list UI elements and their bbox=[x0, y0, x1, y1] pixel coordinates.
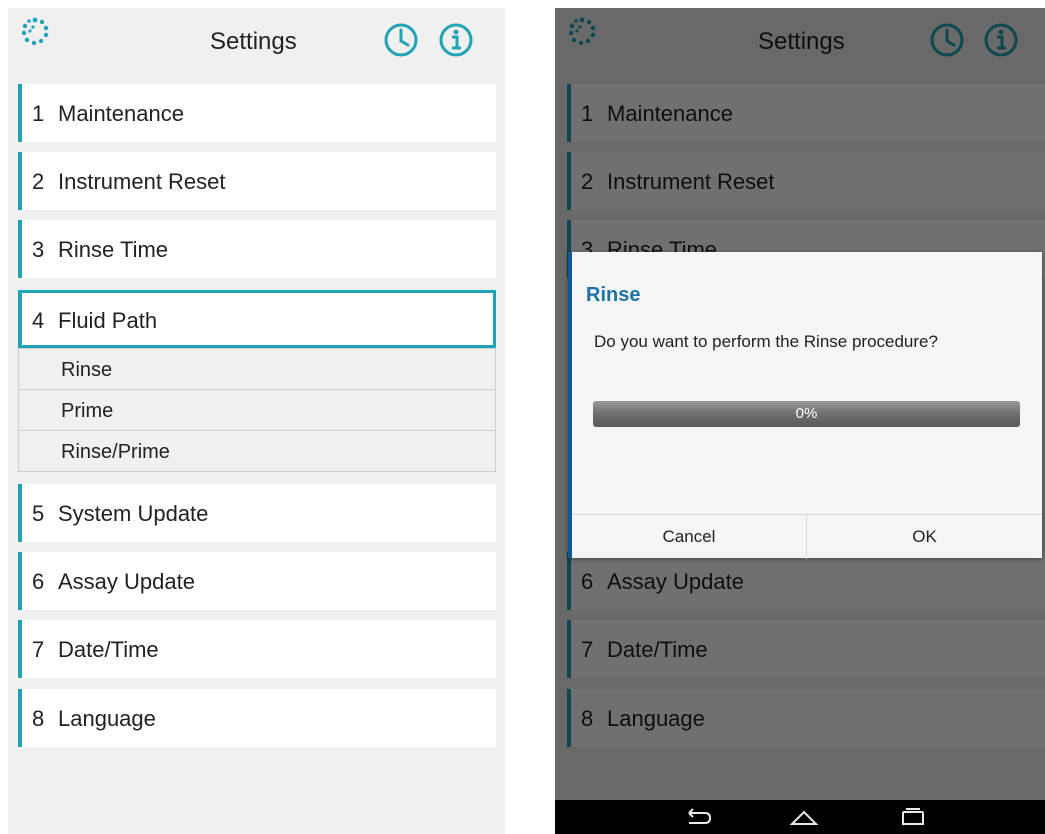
menu-item-fluid-path[interactable]: 4 Fluid Path bbox=[18, 290, 496, 348]
dialog-message: Do you want to perform the Rinse procedu… bbox=[594, 332, 938, 351]
menu-item-date-time[interactable]: 7 Date/Time bbox=[18, 620, 496, 678]
submenu-item-label: Rinse/Prime bbox=[61, 441, 170, 463]
menu-item-system-update[interactable]: 5 System Update bbox=[18, 484, 496, 542]
page-title: Settings bbox=[210, 28, 297, 55]
clock-icon[interactable] bbox=[383, 22, 419, 58]
progress-text: 0% bbox=[795, 405, 818, 422]
menu-item-number: 4 bbox=[32, 308, 45, 333]
dialog-title: Rinse bbox=[586, 284, 641, 306]
menu-item-label: Instrument Reset bbox=[58, 169, 226, 194]
menu-item-number: 1 bbox=[32, 101, 45, 126]
submenu-item-rinse[interactable]: Rinse bbox=[18, 348, 496, 390]
menu-item-number: 7 bbox=[32, 637, 45, 662]
settings-screen: Settings 1 Maintenance 2 Instrument Rese… bbox=[8, 8, 505, 834]
top-bar: Settings bbox=[8, 8, 505, 80]
menu-item-language[interactable]: 8 Language bbox=[18, 689, 496, 747]
settings-screen-with-dialog: Settings 1 Maintenance 2 Instrument Rese… bbox=[555, 8, 1045, 834]
cancel-button[interactable]: Cancel bbox=[572, 515, 807, 559]
rinse-dialog: Rinse Do you want to perform the Rinse p… bbox=[568, 252, 1042, 559]
home-icon[interactable] bbox=[787, 804, 821, 830]
submenu-item-rinse-prime[interactable]: Rinse/Prime bbox=[18, 430, 496, 472]
menu-item-label: Date/Time bbox=[58, 637, 159, 662]
menu-item-number: 5 bbox=[32, 501, 45, 526]
ok-button[interactable]: OK bbox=[807, 515, 1042, 559]
recent-apps-icon[interactable] bbox=[896, 804, 930, 830]
menu-item-label: Rinse Time bbox=[58, 237, 169, 262]
menu-item-label: Assay Update bbox=[58, 569, 195, 594]
logo-icon bbox=[21, 17, 49, 46]
info-icon[interactable] bbox=[438, 22, 474, 58]
submenu-item-label: Prime bbox=[61, 400, 114, 422]
menu-item-number: 2 bbox=[32, 169, 45, 194]
dialog-actions: Cancel OK bbox=[572, 514, 1042, 559]
menu-item-label: System Update bbox=[58, 501, 209, 526]
submenu-item-label: Rinse bbox=[61, 359, 113, 381]
progress-bar: 0% bbox=[593, 401, 1020, 427]
menu-item-number: 8 bbox=[32, 706, 45, 731]
menu-item-number: 3 bbox=[32, 237, 45, 262]
menu-item-number: 6 bbox=[32, 569, 45, 594]
menu-item-instrument-reset[interactable]: 2 Instrument Reset bbox=[18, 152, 496, 210]
menu-item-label: Fluid Path bbox=[58, 308, 158, 333]
menu-item-label: Maintenance bbox=[58, 101, 184, 126]
menu-item-label: Language bbox=[58, 706, 156, 731]
menu-item-maintenance[interactable]: 1 Maintenance bbox=[18, 84, 496, 142]
submenu-item-prime[interactable]: Prime bbox=[18, 389, 496, 431]
back-icon[interactable] bbox=[681, 804, 715, 830]
system-nav-bar bbox=[555, 800, 1045, 834]
menu-item-assay-update[interactable]: 6 Assay Update bbox=[18, 552, 496, 610]
menu-item-rinse-time[interactable]: 3 Rinse Time bbox=[18, 220, 496, 278]
